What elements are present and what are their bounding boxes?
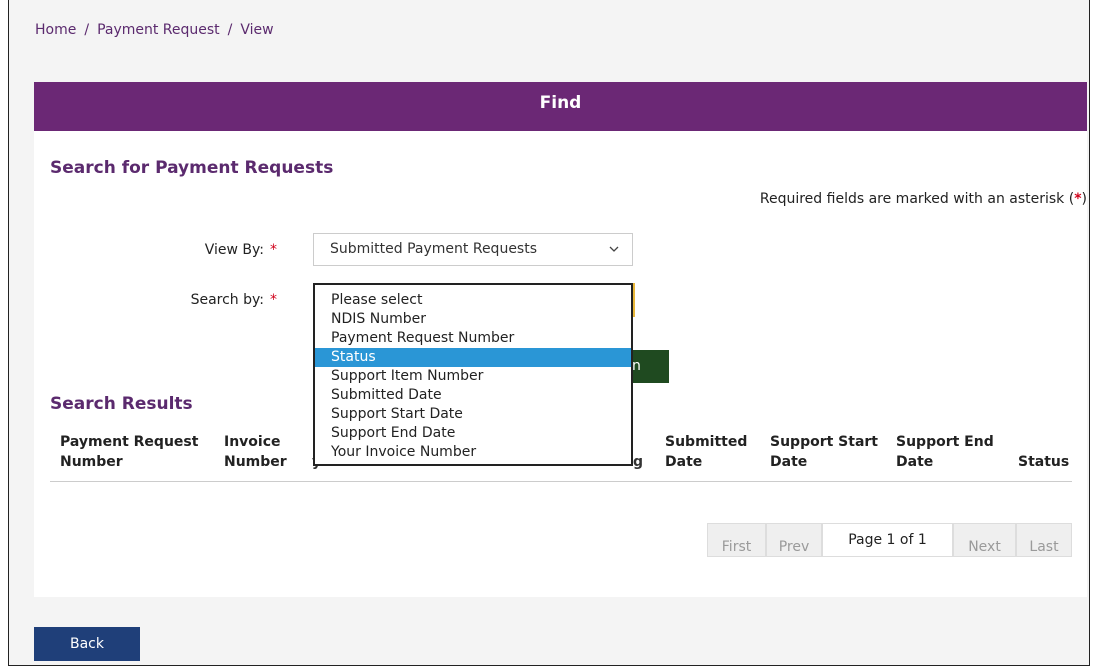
column-header-line: Date — [665, 454, 703, 470]
required-star: * — [270, 292, 277, 308]
required-note-text: Required fields are marked with an aster… — [759, 191, 1075, 207]
column-header-line: Number — [224, 454, 287, 470]
pager-prev-button[interactable]: Prev — [766, 523, 822, 557]
column-header-line: Date — [770, 454, 808, 470]
breadcrumb-current: View — [240, 22, 274, 38]
required-note-close: ) — [1081, 191, 1087, 207]
chevron-down-icon — [608, 234, 620, 277]
column-header-line: Support Start — [770, 434, 879, 450]
find-title: Find — [539, 93, 582, 113]
pager-next-button[interactable]: Next — [953, 523, 1016, 557]
column-header-line: Number — [60, 454, 123, 470]
back-button-label: Back — [70, 636, 104, 652]
column-header-invoice-number[interactable]: Invoice Number — [224, 432, 287, 472]
table-header-divider — [50, 481, 1072, 482]
view-by-select[interactable]: Submitted Payment Requests — [313, 233, 633, 266]
dropdown-option-status[interactable]: Status — [315, 348, 631, 367]
dropdown-option-please-select[interactable]: Please select — [315, 291, 631, 310]
dropdown-option-your-invoice-number[interactable]: Your Invoice Number — [315, 443, 631, 462]
column-header-support-end-date[interactable]: Support End Date — [896, 432, 994, 472]
breadcrumb-home[interactable]: Home — [35, 22, 76, 38]
dropdown-option-submitted-date[interactable]: Submitted Date — [315, 386, 631, 405]
dropdown-option-support-item-number[interactable]: Support Item Number — [315, 367, 631, 386]
search-button-label: n — [632, 358, 641, 374]
breadcrumb-payment-request[interactable]: Payment Request — [97, 22, 220, 38]
breadcrumb-separator: / — [84, 22, 90, 38]
pager-first-button[interactable]: First — [707, 523, 766, 557]
pager-last-label: Last — [1029, 539, 1059, 555]
column-header-status[interactable]: Status — [1018, 452, 1069, 472]
required-star: * — [1074, 191, 1082, 207]
search-by-dropdown-list[interactable]: Please select NDIS Number Payment Reques… — [313, 283, 633, 466]
breadcrumb-separator: / — [227, 22, 233, 38]
search-by-label: Search by: * — [157, 292, 277, 308]
column-header-line: Invoice — [224, 434, 281, 450]
breadcrumb: Home / Payment Request / View — [35, 22, 274, 38]
dropdown-option-support-end-date[interactable]: Support End Date — [315, 424, 631, 443]
pager-last-button[interactable]: Last — [1016, 523, 1072, 557]
dropdown-option-payment-request-number[interactable]: Payment Request Number — [315, 329, 631, 348]
dropdown-option-ndis-number[interactable]: NDIS Number — [315, 310, 631, 329]
back-button[interactable]: Back — [34, 627, 140, 661]
pager-first-label: First — [721, 539, 752, 555]
column-header-line: Status — [1018, 454, 1070, 470]
column-header-submitted-date[interactable]: Submitted Date — [665, 432, 747, 472]
required-star: * — [270, 242, 277, 258]
required-fields-note: Required fields are marked with an aster… — [760, 191, 1087, 207]
find-header-bar: Find — [34, 82, 1087, 131]
column-header-line: Support End — [896, 434, 994, 450]
column-header-payment-request-number[interactable]: Payment Request Number — [60, 432, 198, 472]
search-section-title: Search for Payment Requests — [50, 158, 334, 178]
search-results-title: Search Results — [50, 394, 193, 414]
pager-prev-label: Prev — [778, 539, 810, 555]
pager-next-label: Next — [968, 539, 1001, 555]
column-header-support-start-date[interactable]: Support Start Date — [770, 432, 878, 472]
search-by-label-text: Search by: — [190, 292, 264, 308]
column-header-fragment: g — [633, 454, 644, 470]
view-by-label: View By: * — [157, 242, 277, 258]
column-header-line: Date — [896, 454, 934, 470]
pager-page-info: Page 1 of 1 — [822, 523, 953, 557]
pager-info-label: Page 1 of 1 — [848, 532, 927, 548]
view-by-value: Submitted Payment Requests — [330, 241, 538, 257]
column-header-line: Payment Request — [60, 434, 199, 450]
dropdown-option-support-start-date[interactable]: Support Start Date — [315, 405, 631, 424]
view-by-label-text: View By: — [204, 242, 264, 258]
column-header-line: Submitted — [665, 434, 748, 450]
column-header-partial[interactable]: g — [633, 452, 643, 472]
